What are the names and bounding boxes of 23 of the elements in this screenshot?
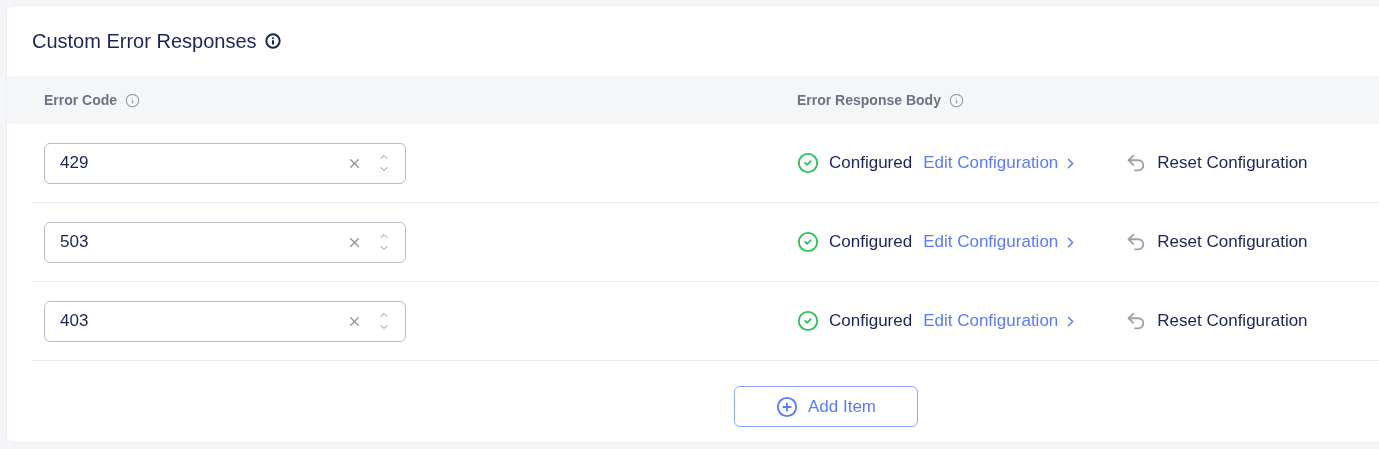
plus-icon <box>775 395 798 418</box>
section-title: Custom Error Responses <box>32 29 257 54</box>
column-header: Error Code <box>44 90 118 110</box>
add-item-button[interactable]: Add Item <box>734 386 918 427</box>
error-code-field[interactable]: 503 <box>44 221 406 263</box>
info-icon <box>125 92 141 108</box>
check-icon <box>797 231 819 253</box>
column-header: Error Response Body <box>797 90 941 110</box>
check-icon <box>797 152 819 174</box>
info-icon <box>948 92 964 108</box>
check-icon <box>797 310 819 332</box>
reset-configuration-button[interactable]: Reset Configuration <box>1125 229 1308 255</box>
status-text: Configured <box>829 310 913 333</box>
edit-configuration-link[interactable]: Edit Configuration <box>923 308 1059 334</box>
info-icon <box>264 33 281 49</box>
edit-configuration-link[interactable]: Edit Configuration <box>923 150 1059 176</box>
status-text: Configured <box>829 231 913 254</box>
reset-configuration-button[interactable]: Reset Configuration <box>1125 308 1308 334</box>
status-text: Configured <box>829 152 913 175</box>
error-code-field[interactable]: 429 <box>44 142 406 184</box>
reset-configuration-button[interactable]: Reset Configuration <box>1125 150 1308 176</box>
edit-configuration-link[interactable]: Edit Configuration <box>923 229 1059 255</box>
error-code-field[interactable]: 403 <box>44 300 406 342</box>
